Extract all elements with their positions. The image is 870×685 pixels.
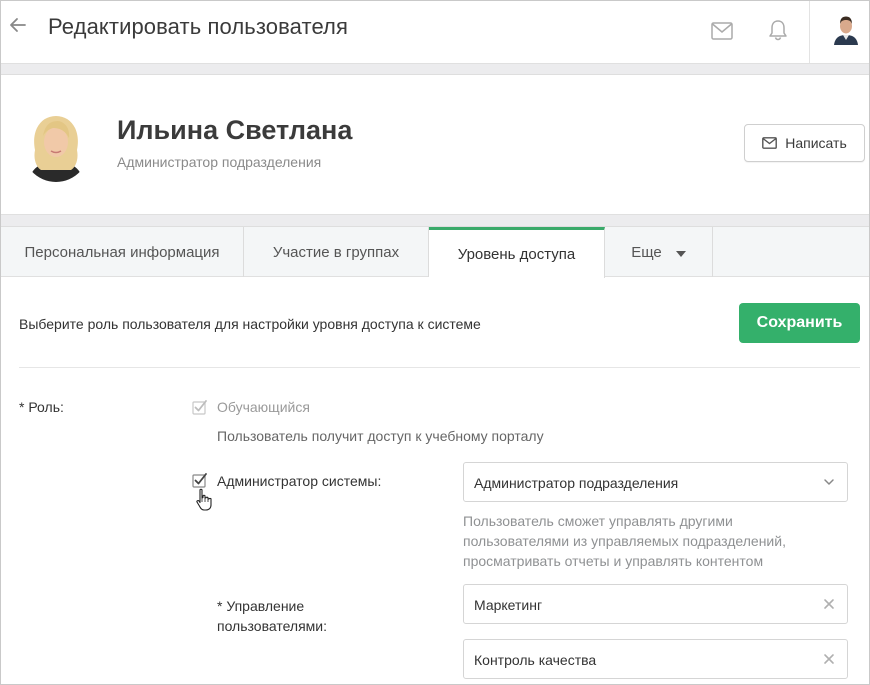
admin-checkbox[interactable] xyxy=(192,472,208,488)
admin-description: Пользователь сможет управлять другими по… xyxy=(463,511,853,571)
clear-icon[interactable] xyxy=(823,653,835,665)
profile-role: Администратор подразделения xyxy=(117,154,322,170)
access-level-panel: Выберите роль пользователя для настройки… xyxy=(1,278,869,684)
tab-label: Еще xyxy=(631,243,662,261)
top-bar: Редактировать пользователя xyxy=(1,1,869,63)
user-management-label: * Управление пользователями: xyxy=(217,596,357,636)
user-management-label-line: * Управление xyxy=(217,598,305,614)
divider xyxy=(19,367,860,368)
role-label: * Роль: xyxy=(19,399,64,415)
clear-icon[interactable] xyxy=(823,598,835,610)
save-button[interactable]: Сохранить xyxy=(739,303,860,343)
tab-label: Персональная информация xyxy=(24,243,220,261)
separator-band xyxy=(1,63,869,75)
tab-more[interactable]: Еще xyxy=(605,227,713,277)
app-window: Редактировать пользователя Ильина Светла… xyxy=(0,0,870,685)
profile-avatar xyxy=(21,106,91,182)
learner-checkbox[interactable] xyxy=(192,399,208,415)
caret-down-icon xyxy=(675,250,686,257)
separator-band xyxy=(1,214,869,227)
back-arrow-icon[interactable] xyxy=(8,15,28,35)
user-avatar[interactable] xyxy=(831,11,861,45)
page-title: Редактировать пользователя xyxy=(48,14,348,39)
mail-icon[interactable] xyxy=(711,22,733,40)
tab-personal-info[interactable]: Персональная информация xyxy=(1,227,244,277)
managed-department-value: Маркетинг xyxy=(474,597,543,613)
managed-department-field[interactable]: Маркетинг xyxy=(463,584,848,624)
bell-icon[interactable] xyxy=(767,19,789,41)
write-button-label: Написать xyxy=(785,135,847,151)
hand-cursor-icon xyxy=(196,488,212,511)
managed-department-field[interactable]: Контроль качества xyxy=(463,639,848,679)
admin-description-line: просматривать отчеты и управлять контент… xyxy=(463,553,764,569)
admin-role-select-value: Администратор подразделения xyxy=(474,475,679,491)
managed-department-value: Контроль качества xyxy=(474,652,597,668)
tab-label: Участие в группах xyxy=(272,243,400,261)
envelope-icon xyxy=(762,137,778,149)
chevron-down-icon xyxy=(824,479,834,485)
admin-label: Администратор системы: xyxy=(217,473,382,489)
write-message-button[interactable]: Написать xyxy=(744,124,865,162)
profile-name: Ильина Светлана xyxy=(117,115,353,145)
learner-label: Обучающийся xyxy=(217,399,310,415)
learner-description: Пользователь получит доступ к учебному п… xyxy=(217,428,544,444)
tab-groups[interactable]: Участие в группах xyxy=(244,227,429,277)
tab-access-level[interactable]: Уровень доступа xyxy=(429,227,605,278)
tab-label: Уровень доступа xyxy=(457,245,576,263)
intro-text: Выберите роль пользователя для настройки… xyxy=(19,316,481,332)
admin-description-line: Пользователь сможет управлять другими xyxy=(463,513,733,529)
admin-description-line: пользователями из управляемых подразделе… xyxy=(463,533,786,549)
topbar-divider xyxy=(809,1,810,63)
admin-role-select[interactable]: Администратор подразделения xyxy=(463,462,848,502)
profile-header: Ильина Светлана Администратор подразделе… xyxy=(1,75,869,214)
user-management-label-line: пользователями: xyxy=(217,618,327,634)
tab-bar: Персональная информация Участие в группа… xyxy=(1,227,869,278)
